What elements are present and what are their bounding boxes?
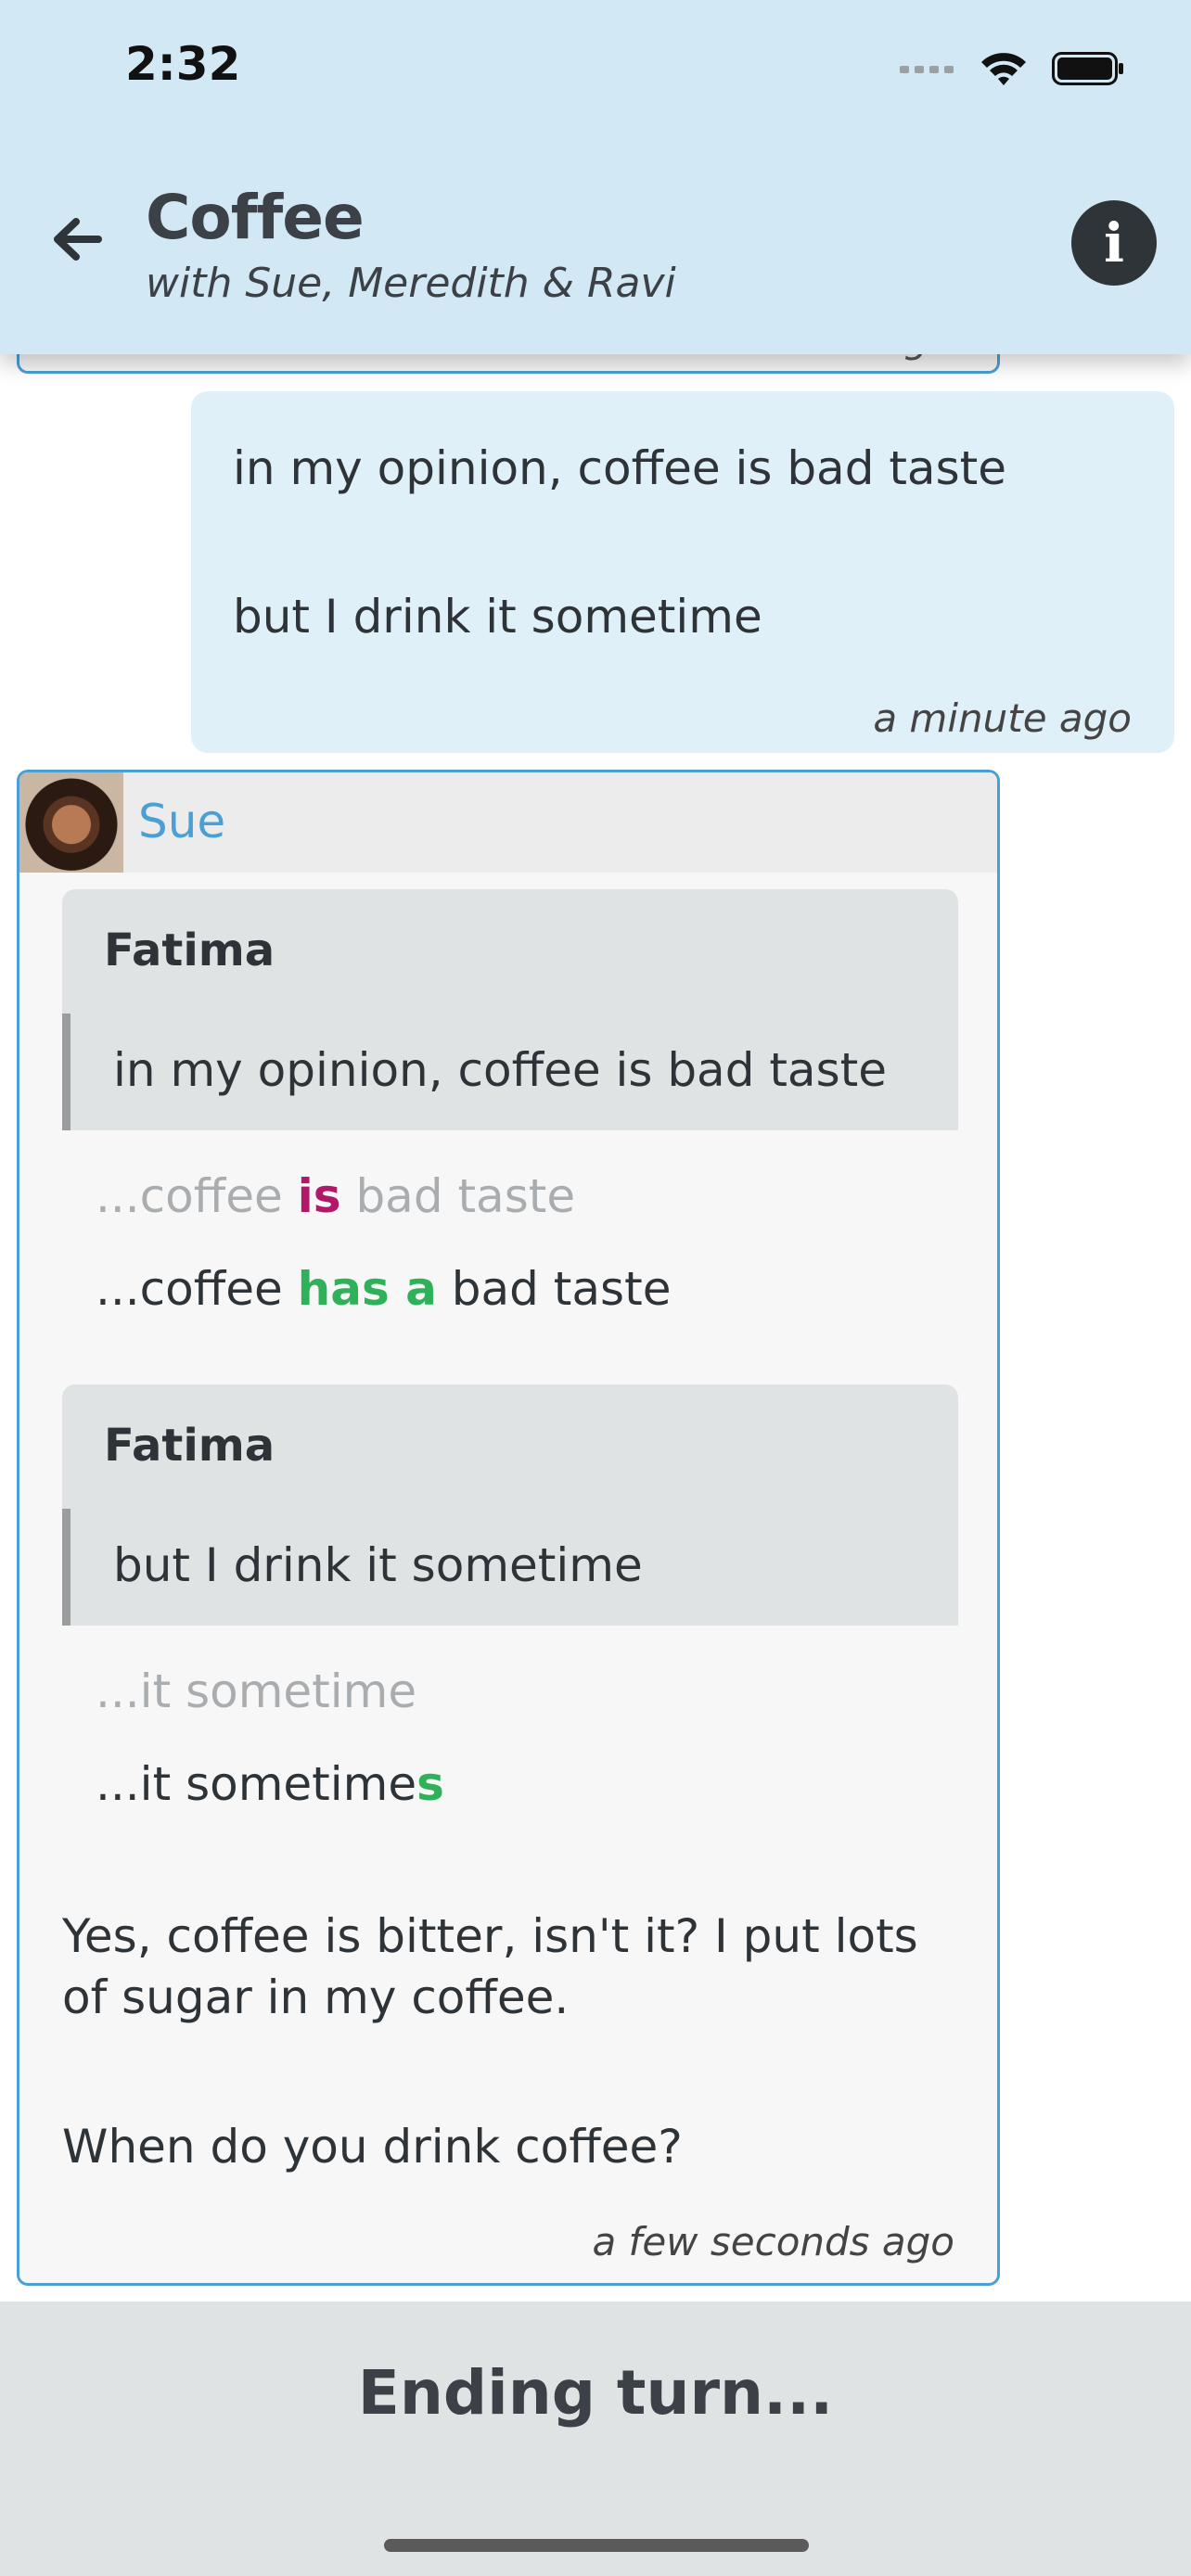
reply-paragraph: When do you drink coffee? — [62, 2120, 683, 2174]
wifi-icon — [981, 53, 1026, 85]
conversation-title: Coffee — [146, 182, 365, 253]
quote-bar — [62, 1509, 70, 1626]
deleted-text: is — [297, 1169, 341, 1223]
sender-name[interactable]: Sue — [138, 795, 225, 848]
signal-icon — [900, 66, 954, 73]
back-arrow-icon — [54, 218, 102, 261]
bottom-bar: Ending turn... — [0, 2302, 1191, 2576]
message-line: in my opinion, coffee is bad taste — [233, 441, 1006, 495]
battery-icon — [1052, 52, 1123, 85]
corrected-prefix: ...it sometime — [96, 1757, 417, 1811]
corrected-prefix: ...coffee — [96, 1262, 298, 1316]
sender-header: Sue — [19, 772, 997, 873]
quoted-message: Fatima but I drink it sometime — [62, 1384, 958, 1626]
quote-author: Fatima — [104, 1420, 275, 1472]
message-timestamp: a few seconds ago — [592, 2219, 954, 2264]
sue-message-card[interactable]: Sue Fatima in my opinion, coffee is bad … — [17, 770, 1000, 2286]
quote-text: in my opinion, coffee is bad taste — [113, 1043, 887, 1097]
original-text: ...coffee is bad taste — [96, 1169, 575, 1223]
quote-bar — [62, 1014, 70, 1130]
quoted-message: Fatima in my opinion, coffee is bad tast… — [62, 889, 958, 1130]
inserted-text: s — [416, 1757, 444, 1811]
chat-header: 2:32 Coffee with Sue, Meredith & Ravi i — [0, 0, 1191, 354]
status-icons — [900, 46, 1126, 91]
original-suffix: bad taste — [340, 1169, 576, 1223]
my-message-bubble[interactable]: in my opinion, coffee is bad taste but I… — [191, 391, 1174, 753]
quote-author: Fatima — [104, 925, 275, 976]
ending-turn-status: Ending turn... — [357, 2357, 834, 2429]
original-text: ...it sometime — [96, 1664, 416, 1718]
info-button[interactable]: i — [1071, 200, 1157, 286]
info-icon: i — [1103, 211, 1125, 274]
original-prefix: ...coffee — [96, 1169, 298, 1223]
quote-text: but I drink it sometime — [113, 1538, 643, 1592]
corrected-suffix: bad taste — [436, 1262, 672, 1316]
inserted-text: has a — [297, 1262, 437, 1316]
reply-paragraph: Yes, coffee is bitter, isn't it? I put l… — [62, 1909, 918, 2024]
corrected-text: ...coffee has a bad taste — [96, 1262, 671, 1316]
back-button[interactable] — [48, 210, 108, 269]
avatar[interactable] — [19, 772, 123, 873]
corrected-text: ...it sometimes — [96, 1757, 444, 1811]
status-time: 2:32 — [125, 37, 241, 91]
home-indicator[interactable] — [384, 2539, 809, 2552]
participants-subtitle: with Sue, Meredith & Ravi — [146, 260, 676, 307]
original-prefix: ...it sometime — [96, 1664, 417, 1718]
message-line: but I drink it sometime — [233, 590, 762, 644]
message-timestamp: a minute ago — [873, 695, 1132, 741]
